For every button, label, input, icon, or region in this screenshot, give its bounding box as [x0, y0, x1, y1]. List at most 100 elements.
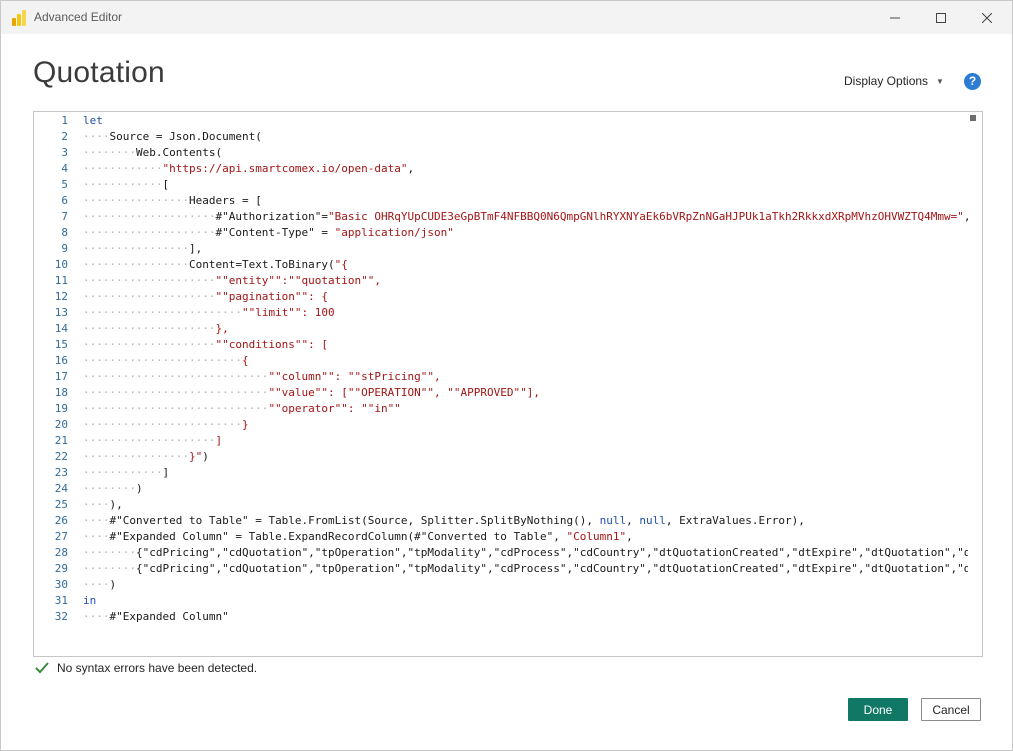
code-line[interactable]: ····#"Expanded Column"	[83, 609, 229, 625]
line-number: 11	[54, 274, 68, 287]
indent-guide: ····	[83, 578, 110, 591]
code-line[interactable]: ············"https://api.smartcomex.io/o…	[83, 161, 414, 177]
code-line[interactable]: ····························""operator""…	[83, 401, 401, 417]
indent-guide: ········	[83, 146, 136, 159]
maximize-button[interactable]	[918, 1, 964, 34]
minimize-button[interactable]	[872, 1, 918, 34]
window-title: Advanced Editor	[34, 10, 123, 24]
scrollbar-thumb[interactable]	[970, 115, 976, 121]
code-line[interactable]: ························{	[83, 353, 249, 369]
code-line[interactable]: ····#"Converted to Table" = Table.FromLi…	[83, 513, 805, 529]
code-line[interactable]: ············]	[83, 465, 169, 481]
line-number: 23	[54, 466, 68, 479]
indent-guide: ····	[83, 530, 110, 543]
line-number: 31	[54, 594, 68, 607]
query-name-title: Quotation	[33, 56, 165, 89]
code-line[interactable]: ····················""conditions"": [	[83, 337, 328, 353]
code-token: #"Expanded Column"	[109, 610, 229, 623]
line-number: 15	[54, 338, 68, 351]
line-number: 27	[54, 530, 68, 543]
line-number: 29	[54, 562, 68, 575]
code-token: [	[162, 178, 170, 191]
code-token: {	[241, 354, 249, 367]
line-number: 22	[54, 450, 68, 463]
code-line[interactable]: ····Source = Json.Document(	[83, 129, 262, 145]
indent-guide: ····	[83, 610, 110, 623]
indent-guide: ············	[83, 162, 163, 175]
code-line[interactable]: ············[	[83, 177, 169, 193]
code-token: },	[215, 322, 229, 335]
code-line[interactable]: ················Content=Text.ToBinary("{	[83, 257, 348, 273]
indent-guide: ········	[83, 482, 136, 495]
cancel-button[interactable]: Cancel	[921, 698, 981, 721]
line-number: 2	[61, 130, 68, 143]
code-editor[interactable]: 1 2 3 4 5 6 7 8 9 10 11 12 13 14 15 16 17 18 19 20 21 22 23 24 2…	[33, 111, 983, 657]
code-line[interactable]: in	[83, 593, 96, 609]
code-token: "cdQuotation","tpOperation","tpModality"…	[222, 546, 968, 559]
code-line[interactable]: ····························""column"": …	[83, 369, 441, 385]
code-line[interactable]: ················}")	[83, 449, 209, 465]
code-text-area[interactable]: let ····Source = Json.Document(········We…	[83, 112, 968, 656]
line-number-gutter: 1 2 3 4 5 6 7 8 9 10 11 12 13 14 15 16 17 18 19 20 21 22 23 24 2…	[34, 112, 74, 656]
indent-guide: ························	[83, 418, 242, 431]
code-token: ]	[215, 434, 223, 447]
line-number: 32	[54, 610, 68, 623]
code-line[interactable]: ····#"Expanded Column" = Table.ExpandRec…	[83, 529, 633, 545]
code-line[interactable]: ····)	[83, 577, 116, 593]
indent-guide: ················	[83, 242, 189, 255]
indent-guide: ························	[83, 354, 242, 367]
code-line[interactable]: ········{"cdPricing","cdQuotation","tpOp…	[83, 561, 968, 577]
display-options-dropdown[interactable]: Display Options ▼	[844, 74, 944, 88]
code-line[interactable]: ····················},	[83, 321, 229, 337]
code-line[interactable]: ························""limit"": 100	[83, 305, 335, 321]
indent-guide: ····················	[83, 338, 216, 351]
code-token: "application/json"	[334, 226, 454, 239]
line-number: 28	[54, 546, 68, 559]
line-number: 5	[61, 178, 68, 191]
code-line[interactable]: ····),	[83, 497, 123, 513]
title-bar: Advanced Editor	[1, 1, 1012, 34]
code-line[interactable]: ····················]	[83, 433, 222, 449]
vertical-scrollbar[interactable]	[968, 112, 982, 656]
code-line[interactable]: ····················#"Authorization"="Ba…	[83, 209, 968, 225]
indent-guide: ····························	[83, 370, 269, 383]
power-bi-logo-icon	[11, 10, 27, 26]
indent-guide: ················	[83, 258, 189, 271]
line-number: 1	[61, 114, 68, 127]
code-line[interactable]: let	[83, 113, 103, 129]
code-line[interactable]: ····················#"Content-Type" = "a…	[83, 225, 454, 241]
done-button[interactable]: Done	[848, 698, 908, 721]
code-token: null	[639, 514, 666, 527]
code-token: let	[83, 114, 103, 127]
code-line[interactable]: ····················""pagination"": {	[83, 289, 328, 305]
code-line[interactable]: ········Web.Contents(	[83, 145, 222, 161]
line-number: 26	[54, 514, 68, 527]
code-token: ),	[109, 498, 123, 511]
code-token: ,	[407, 162, 415, 175]
line-number: 20	[54, 418, 68, 431]
code-token: in	[83, 594, 97, 607]
code-line[interactable]: ········)	[83, 481, 143, 497]
indent-guide: ····················	[83, 274, 216, 287]
indent-guide: ····················	[83, 322, 216, 335]
code-token: #"Converted to Table" = Table.FromList(S…	[109, 514, 600, 527]
code-line[interactable]: ················Headers = [	[83, 193, 262, 209]
code-line[interactable]: ················],	[83, 241, 202, 257]
indent-guide: ················	[83, 194, 189, 207]
maximize-icon	[936, 12, 946, 23]
code-token: Content=Text.ToBinary(	[188, 258, 335, 271]
code-line[interactable]: ························}	[83, 417, 249, 433]
code-token: ""conditions"": [	[215, 338, 329, 351]
line-number: 10	[54, 258, 68, 271]
code-line[interactable]: ····························""value"": […	[83, 385, 540, 401]
display-options-label: Display Options	[844, 74, 929, 88]
indent-guide: ····················	[83, 226, 216, 239]
code-line[interactable]: ····················""entity"":""quotati…	[83, 273, 381, 289]
close-button[interactable]	[964, 1, 1010, 34]
help-icon[interactable]: ?	[964, 73, 981, 90]
indent-guide: ························	[83, 306, 242, 319]
code-token: ""pagination"": {	[215, 290, 329, 303]
code-line[interactable]: ········{"cdPricing","cdQuotation","tpOp…	[83, 545, 968, 561]
line-number: 12	[54, 290, 68, 303]
code-token: ,	[626, 530, 633, 543]
